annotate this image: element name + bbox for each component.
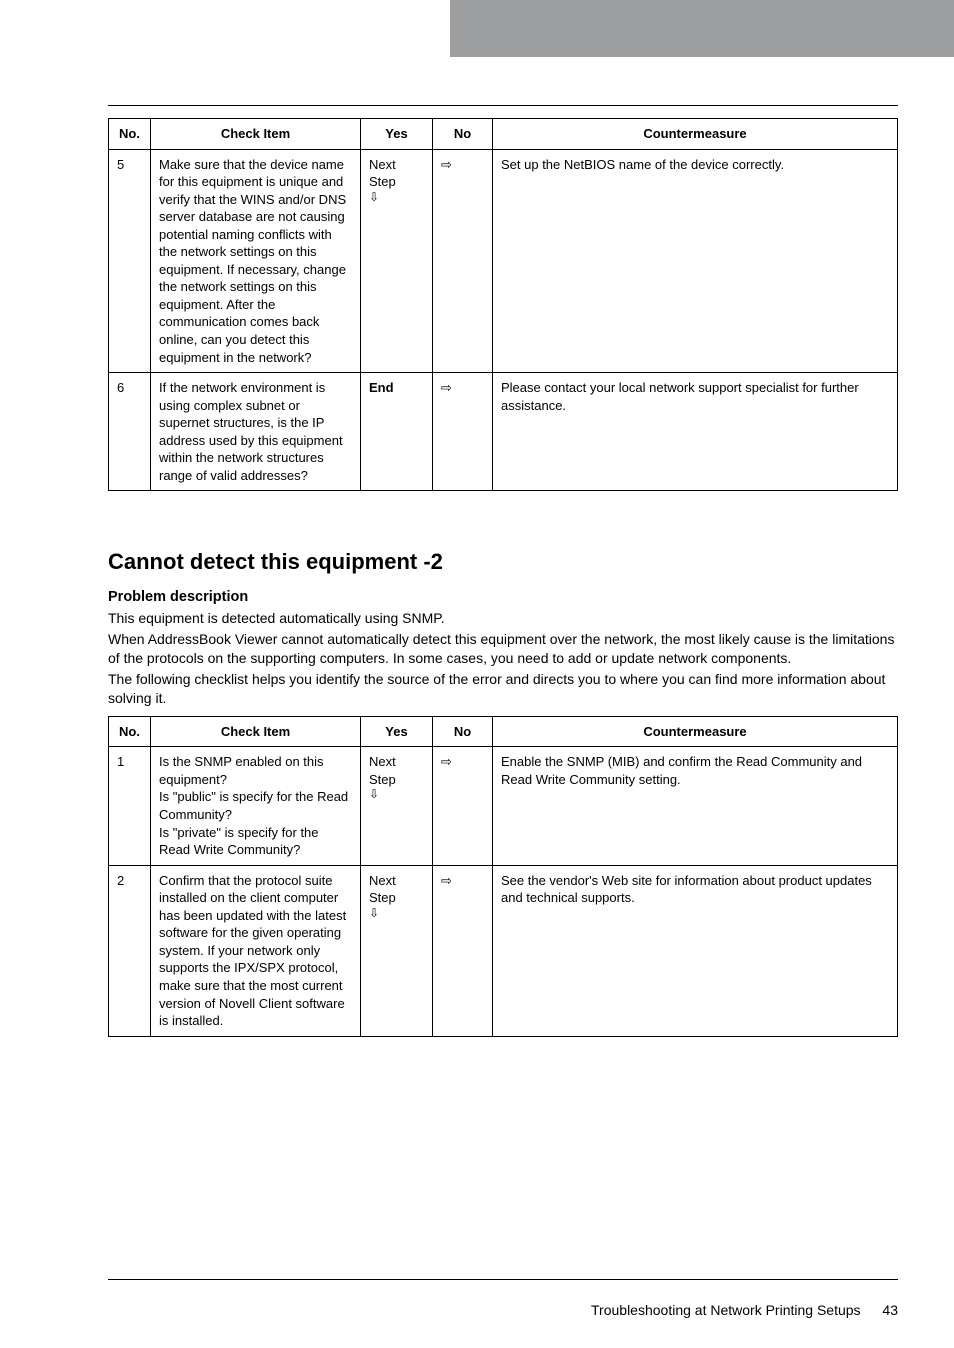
cell-no: 6	[109, 373, 151, 491]
table-row: 6 If the network environment is using co…	[109, 373, 898, 491]
cell-no2: ⇨	[433, 149, 493, 373]
header-cm: Countermeasure	[493, 716, 898, 747]
cell-no2: ⇨	[433, 747, 493, 865]
footer-text: Troubleshooting at Network Printing Setu…	[591, 1302, 861, 1318]
header-banner	[450, 0, 954, 57]
header-yes: Yes	[361, 716, 433, 747]
header-no2: No	[433, 119, 493, 150]
right-arrow-icon: ⇨	[441, 380, 452, 395]
page-footer: Troubleshooting at Network Printing Setu…	[591, 1302, 898, 1318]
table-row: 1 Is the SNMP enabled on this equipment?…	[109, 747, 898, 865]
page-number: 43	[882, 1302, 898, 1318]
footer-rule	[108, 1279, 898, 1280]
cell-check: If the network environment is using comp…	[151, 373, 361, 491]
header-no: No.	[109, 716, 151, 747]
page: No. Check Item Yes No Countermeasure 5 M…	[0, 0, 954, 1348]
header-no2: No	[433, 716, 493, 747]
cell-no2: ⇨	[433, 373, 493, 491]
down-arrow-icon: ⇩	[369, 191, 424, 203]
problem-para: When AddressBook Viewer cannot automatic…	[108, 630, 898, 668]
cell-yes: End	[361, 373, 433, 491]
right-arrow-icon: ⇨	[441, 754, 452, 769]
cell-no2: ⇨	[433, 865, 493, 1036]
problem-para: The following checklist helps you identi…	[108, 670, 898, 708]
cell-check: Make sure that the device name for this …	[151, 149, 361, 373]
cell-cm: Set up the NetBIOS name of the device co…	[493, 149, 898, 373]
checklist-table-1: No. Check Item Yes No Countermeasure 5 M…	[108, 118, 898, 491]
yes-label: Next Step	[369, 754, 396, 787]
table-header-row: No. Check Item Yes No Countermeasure	[109, 716, 898, 747]
right-arrow-icon: ⇨	[441, 873, 452, 888]
header-check: Check Item	[151, 716, 361, 747]
cell-no: 5	[109, 149, 151, 373]
right-arrow-icon: ⇨	[441, 157, 452, 172]
yes-label: End	[369, 380, 394, 395]
cell-check: Is the SNMP enabled on this equipment? I…	[151, 747, 361, 865]
problem-heading: Problem description	[108, 589, 898, 605]
content-area: No. Check Item Yes No Countermeasure 5 M…	[108, 118, 898, 1037]
header-check: Check Item	[151, 119, 361, 150]
top-rule	[108, 105, 898, 106]
problem-para: This equipment is detected automatically…	[108, 609, 898, 628]
header-cm: Countermeasure	[493, 119, 898, 150]
cell-no: 1	[109, 747, 151, 865]
cell-cm: See the vendor's Web site for informatio…	[493, 865, 898, 1036]
cell-yes: Next Step ⇩	[361, 149, 433, 373]
cell-cm: Enable the SNMP (MIB) and confirm the Re…	[493, 747, 898, 865]
table-row: 2 Confirm that the protocol suite instal…	[109, 865, 898, 1036]
table-row: 5 Make sure that the device name for thi…	[109, 149, 898, 373]
cell-check: Confirm that the protocol suite installe…	[151, 865, 361, 1036]
header-yes: Yes	[361, 119, 433, 150]
table-header-row: No. Check Item Yes No Countermeasure	[109, 119, 898, 150]
cell-yes: Next Step ⇩	[361, 865, 433, 1036]
header-no: No.	[109, 119, 151, 150]
yes-label: Next Step	[369, 157, 396, 190]
cell-no: 2	[109, 865, 151, 1036]
checklist-table-2: No. Check Item Yes No Countermeasure 1 I…	[108, 716, 898, 1037]
cell-yes: Next Step ⇩	[361, 747, 433, 865]
down-arrow-icon: ⇩	[369, 907, 424, 919]
section-title: Cannot detect this equipment -2	[108, 549, 898, 575]
cell-cm: Please contact your local network suppor…	[493, 373, 898, 491]
yes-label: Next Step	[369, 873, 396, 906]
down-arrow-icon: ⇩	[369, 788, 424, 800]
